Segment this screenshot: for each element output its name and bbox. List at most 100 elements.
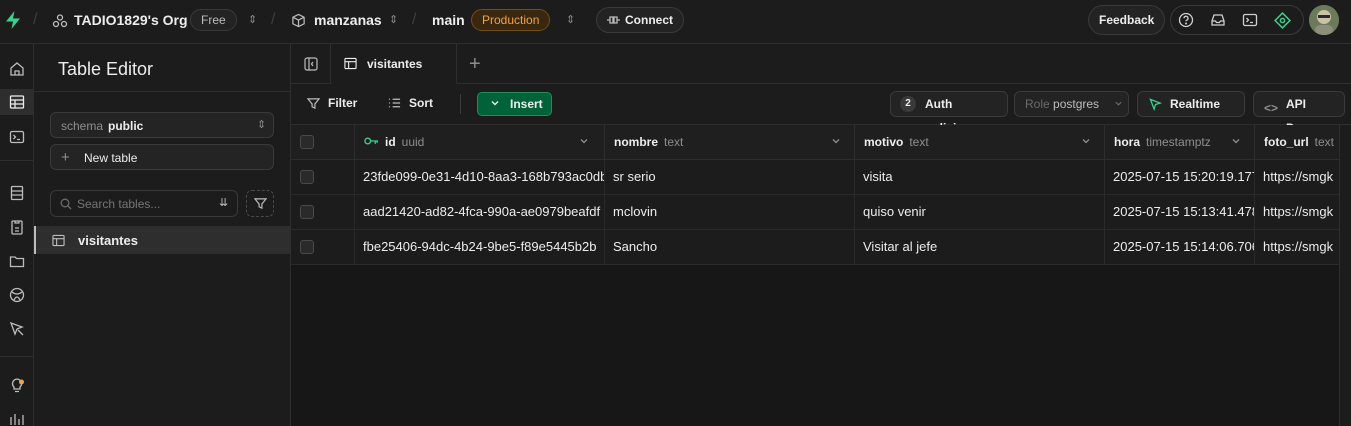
branch-switcher-chevron-icon[interactable]: ⇕	[566, 13, 575, 26]
env-badge: Production	[471, 9, 551, 31]
table-cell[interactable]: 23fde099-0e31-4d10-8aa3-168b793ac0db	[355, 160, 605, 195]
table-cell[interactable]: fbe25406-94dc-4b24-9be5-f89e5445b2b	[355, 230, 605, 265]
home-icon[interactable]	[0, 56, 33, 82]
org-switcher-chevron-icon[interactable]: ⇕	[248, 13, 257, 26]
select-all-checkbox[interactable]	[300, 135, 314, 149]
chevron-up-down-icon: ⇕	[257, 119, 267, 131]
table-editor-icon[interactable]	[0, 89, 33, 115]
storage-icon[interactable]	[0, 248, 33, 274]
vertical-scrollbar[interactable]	[1339, 125, 1351, 426]
panel-left-icon	[303, 57, 318, 71]
connect-button[interactable]: Connect	[596, 7, 684, 33]
chevron-down-icon[interactable]	[1231, 136, 1241, 146]
nav-rail	[0, 44, 34, 426]
project-switcher-chevron-icon[interactable]: ⇕	[389, 13, 398, 26]
auth-policies-count: 2	[900, 96, 916, 112]
column-name: nombre	[614, 135, 659, 149]
add-tab-icon[interactable]: +	[469, 53, 481, 76]
breadcrumb-separator: /	[271, 11, 276, 28]
table-cell[interactable]: 2025-07-15 15:14:06.7067	[1105, 230, 1255, 265]
table-cell[interactable]: visita	[855, 160, 1105, 195]
rail-divider	[0, 160, 33, 161]
terminal-icon[interactable]	[1237, 7, 1263, 33]
table-toolbar: Filter Sort Insert 2 Auth policies Role …	[291, 84, 1351, 135]
realtime-icon[interactable]	[0, 316, 33, 342]
chevron-down-icon[interactable]	[579, 136, 589, 146]
data-grid: id uuid nombre text motivo text hora timesta…	[291, 125, 1339, 426]
auth-policies-button[interactable]: 2 Auth policies	[890, 91, 1008, 135]
column-type: text	[664, 135, 684, 149]
avatar[interactable]	[1309, 5, 1339, 35]
table-cell[interactable]: sr serio	[605, 160, 855, 195]
column-header-nombre[interactable]: nombre text	[605, 125, 855, 160]
sort-label: Sort	[409, 96, 433, 110]
column-name: foto_url	[1264, 135, 1309, 149]
role-select[interactable]: Role postgres	[1014, 91, 1129, 117]
table-list-item[interactable]: visitantes	[34, 226, 290, 254]
new-table-button[interactable]: + New table	[50, 144, 274, 170]
project-name[interactable]: manzanas	[314, 12, 382, 28]
column-header-hora[interactable]: hora timestamptz	[1105, 125, 1255, 160]
insert-button[interactable]: Insert	[477, 92, 552, 116]
insert-label: Insert	[510, 97, 543, 111]
schema-select[interactable]: schema public ⇕	[50, 112, 274, 138]
role-value: postgres	[1053, 97, 1100, 111]
row-select-cell	[291, 195, 355, 230]
supabase-logo[interactable]	[3, 10, 23, 30]
table-editor-sidebar: Table Editor schema public ⇕ + New table…	[34, 44, 291, 426]
column-name: id	[385, 135, 396, 149]
sort-button[interactable]: Sort	[388, 96, 433, 110]
realtime-button[interactable]: Realtime on	[1137, 91, 1245, 135]
filter-tables-button[interactable]	[246, 190, 274, 217]
table-cell[interactable]: 2025-07-15 15:20:19.17747	[1105, 160, 1255, 195]
database-icon[interactable]	[0, 180, 33, 206]
column-type: text	[1314, 135, 1335, 149]
advisors-icon[interactable]	[0, 372, 33, 398]
plan-badge: Free	[190, 9, 237, 31]
sql-editor-icon[interactable]	[0, 124, 33, 150]
branch-name[interactable]: main	[432, 12, 465, 28]
list-icon	[388, 98, 401, 108]
column-type: text	[909, 135, 929, 149]
row-select-cell	[291, 230, 355, 265]
new-table-label: New table	[84, 151, 138, 165]
inbox-icon[interactable]	[1205, 7, 1231, 33]
table-cell[interactable]: https://smgk	[1255, 160, 1339, 195]
top-bar: / TADIO1829's Org Free ⇕ / manzanas ⇕ / …	[0, 0, 1351, 44]
org-name[interactable]: TADIO1829's Org	[74, 12, 188, 28]
search-input[interactable]	[77, 195, 207, 213]
column-header-motivo[interactable]: motivo text	[855, 125, 1105, 160]
table-cell[interactable]: https://smgk	[1255, 230, 1339, 265]
table-cell[interactable]: mclovin	[605, 195, 855, 230]
tab-visitantes[interactable]: visitantes	[332, 44, 457, 84]
row-checkbox[interactable]	[300, 240, 314, 254]
tab-label: visitantes	[367, 57, 423, 71]
column-type: timestamptz	[1146, 135, 1211, 149]
plus-icon: +	[61, 149, 70, 166]
table-cell[interactable]: https://smgk	[1255, 195, 1339, 230]
project-icon	[291, 13, 306, 28]
collapse-sidebar-button[interactable]	[291, 44, 331, 84]
column-header-foto-url[interactable]: foto_url text	[1255, 125, 1339, 160]
row-checkbox[interactable]	[300, 205, 314, 219]
api-docs-button[interactable]: <> API Docs	[1253, 91, 1345, 135]
help-icon[interactable]	[1173, 7, 1199, 33]
chevron-down-icon[interactable]	[1081, 136, 1091, 146]
edge-functions-icon[interactable]	[0, 282, 33, 308]
column-header-id[interactable]: id uuid	[355, 125, 605, 160]
row-checkbox[interactable]	[300, 170, 314, 184]
reports-icon[interactable]	[0, 406, 33, 426]
table-cell[interactable]: aad21420-ad82-4fca-990a-ae0979beafdf	[355, 195, 605, 230]
table-cell[interactable]: Sancho	[605, 230, 855, 265]
auth-icon[interactable]	[0, 214, 33, 240]
chevron-down-icon[interactable]	[831, 136, 841, 146]
search-tables-field[interactable]: ⇊	[50, 190, 238, 217]
table-cell[interactable]: Visitar al jefe	[855, 230, 1105, 265]
chevrons-down-icon[interactable]: ⇊	[219, 196, 228, 209]
sidebar-title: Table Editor	[58, 59, 154, 79]
table-cell[interactable]: 2025-07-15 15:13:41.4782	[1105, 195, 1255, 230]
feedback-button[interactable]: Feedback	[1088, 5, 1166, 35]
assistant-icon[interactable]	[1269, 7, 1295, 33]
table-cell[interactable]: quiso venir	[855, 195, 1105, 230]
filter-button[interactable]: Filter	[307, 96, 357, 110]
